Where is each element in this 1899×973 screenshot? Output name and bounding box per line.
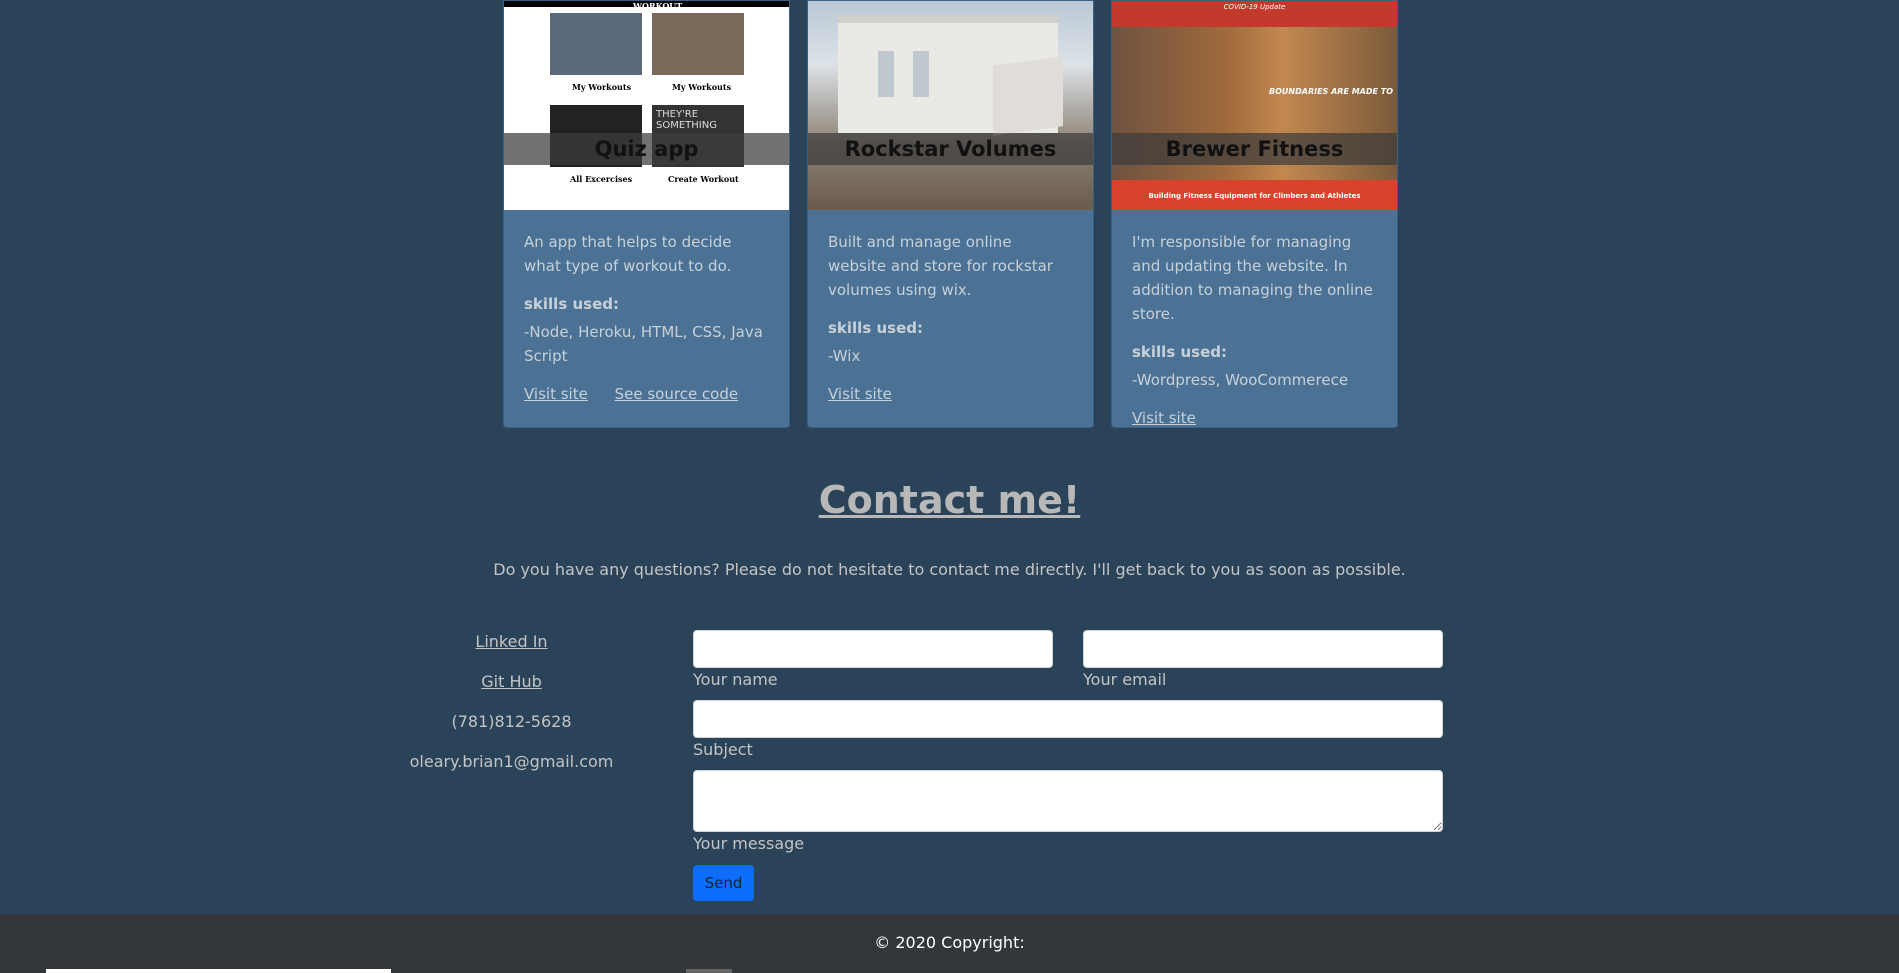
send-button[interactable]: Send bbox=[693, 865, 754, 901]
contact-sidebar: Linked In Git Hub (781)812-5628 oleary.b… bbox=[380, 631, 643, 791]
email-address: oleary.brian1@gmail.com bbox=[409, 752, 614, 771]
horizontal-scrollbar[interactable] bbox=[46, 969, 391, 973]
project-title: Brewer Fitness bbox=[1112, 133, 1397, 165]
thumb-climbing-board bbox=[993, 56, 1063, 136]
project-description: I'm responsible for managing and updatin… bbox=[1132, 233, 1373, 323]
skills-label: skills used: bbox=[828, 319, 923, 337]
thumb-banner-text: BOUNDARIES ARE MADE TO bbox=[1269, 87, 1393, 96]
thumb-caption: All Excercises bbox=[570, 174, 633, 184]
linkedin-link[interactable]: Linked In bbox=[475, 632, 547, 651]
skills-list: -Wordpress, WooCommerece bbox=[1132, 371, 1349, 389]
visit-site-link[interactable]: Visit site bbox=[524, 385, 588, 403]
project-image-rockstar: Rockstar Volumes bbox=[808, 1, 1093, 210]
thumb-tile bbox=[550, 13, 642, 75]
thumb-tile bbox=[652, 13, 744, 75]
contact-subtitle: Do you have any questions? Please do not… bbox=[493, 560, 1406, 579]
name-input[interactable] bbox=[693, 630, 1053, 668]
thumb-tagline: Building Fitness Equipment for Climbers … bbox=[1148, 192, 1361, 200]
thumb-window bbox=[878, 51, 894, 97]
visit-site-link[interactable]: Visit site bbox=[828, 385, 892, 403]
scrollbar-thumb[interactable] bbox=[686, 969, 732, 973]
github-link[interactable]: Git Hub bbox=[481, 672, 542, 691]
thumb-heading: WORKOUT bbox=[633, 1, 683, 11]
skills-list: -Node, Heroku, HTML, CSS, Java Script bbox=[524, 323, 763, 365]
subject-label: Subject bbox=[693, 740, 753, 759]
project-description: An app that helps to decide what type of… bbox=[524, 233, 732, 275]
project-card-brewer: COVID-19 Update BOUNDARIES ARE MADE TO B… bbox=[1111, 0, 1398, 428]
projects-section: WORKOUT My Workouts My Workouts THEY'RE … bbox=[503, 0, 1399, 429]
project-title: Rockstar Volumes bbox=[808, 133, 1093, 165]
visit-site-link[interactable]: Visit site bbox=[1132, 409, 1196, 427]
thumb-covid-text: COVID-19 Update bbox=[1223, 3, 1286, 11]
project-card-quiz: WORKOUT My Workouts My Workouts THEY'RE … bbox=[503, 0, 790, 428]
name-label: Your name bbox=[693, 670, 778, 689]
copyright-text: © 2020 Copyright: bbox=[874, 933, 1025, 952]
email-input[interactable] bbox=[1083, 630, 1443, 668]
thumb-caption: My Workouts bbox=[672, 82, 732, 92]
project-image-brewer: COVID-19 Update BOUNDARIES ARE MADE TO B… bbox=[1112, 1, 1397, 210]
project-description: Built and manage online website and stor… bbox=[828, 233, 1053, 299]
project-image-quiz: WORKOUT My Workouts My Workouts THEY'RE … bbox=[504, 1, 789, 210]
thumb-caption: Create Workout bbox=[668, 174, 739, 184]
project-title: Quiz app bbox=[504, 133, 789, 165]
skills-label: skills used: bbox=[1132, 343, 1227, 361]
contact-title: Contact me! bbox=[818, 478, 1081, 522]
thumb-window bbox=[913, 51, 929, 97]
message-input[interactable] bbox=[693, 770, 1443, 832]
project-card-rockstar: Rockstar Volumes Built and manage online… bbox=[807, 0, 1094, 428]
subject-input[interactable] bbox=[693, 700, 1443, 738]
email-label: Your email bbox=[1083, 670, 1167, 689]
footer: © 2020 Copyright: bbox=[0, 914, 1899, 973]
skills-label: skills used: bbox=[524, 295, 619, 313]
thumb-caption: My Workouts bbox=[572, 82, 632, 92]
phone-number: (781)812-5628 bbox=[451, 712, 572, 731]
source-code-link[interactable]: See source code bbox=[615, 385, 739, 403]
message-label: Your message bbox=[693, 834, 805, 853]
skills-list: -Wix bbox=[828, 347, 861, 365]
